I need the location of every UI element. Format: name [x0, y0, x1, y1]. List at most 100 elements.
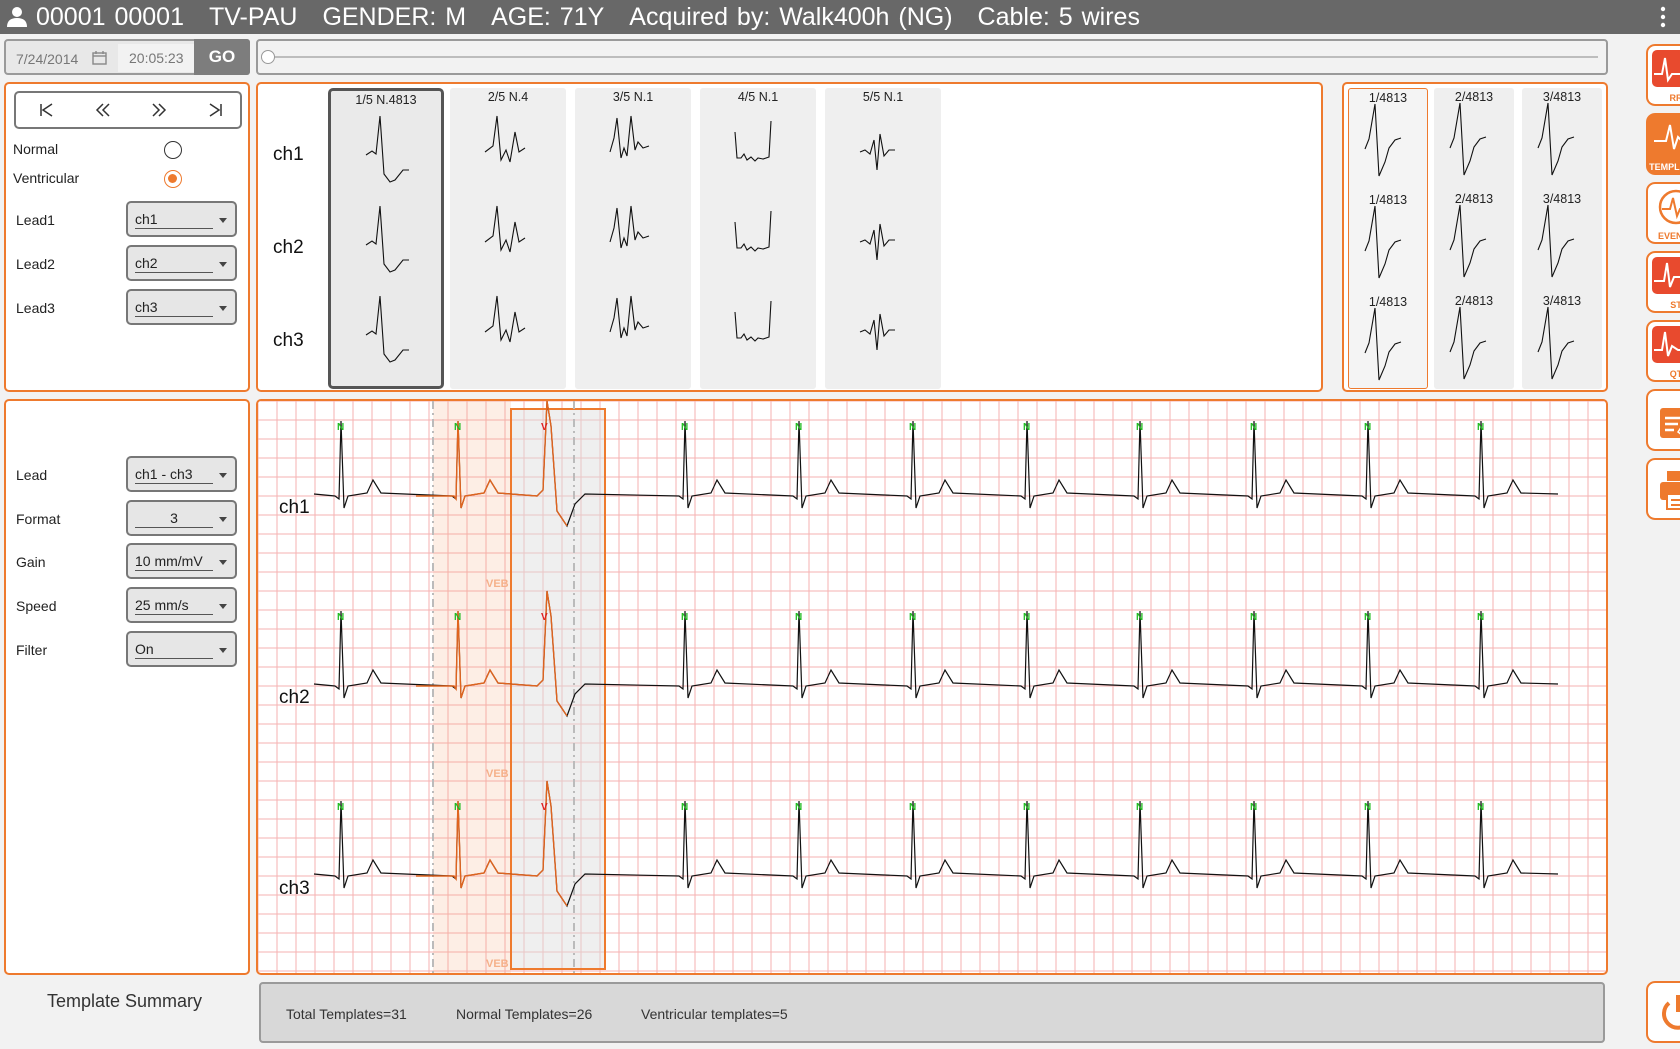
next-icon[interactable] — [150, 101, 168, 124]
format-select[interactable]: 3 — [126, 500, 237, 536]
template-waveforms — [365, 115, 409, 363]
beat-marker[interactable]: N — [1136, 612, 1143, 623]
beat-marker[interactable]: N — [1023, 802, 1030, 813]
veb-annotation: VEB — [486, 768, 509, 780]
beat-waveforms — [1537, 102, 1575, 380]
time-slider[interactable] — [256, 39, 1608, 75]
template-waveform — [484, 205, 526, 253]
ecg-strip-panel: N N V N N N N N N N N N N V N N N N N N N N N N V N N N N N N N N ch1 ch… — [256, 399, 1608, 975]
chevron-down-icon — [219, 218, 227, 223]
rr-button[interactable]: RR — [1646, 44, 1680, 106]
template-column[interactable]: 1/5 N.4813 — [328, 88, 444, 389]
beat-column[interactable]: 3/4813 3/4813 3/4813 — [1522, 88, 1602, 389]
beat-marker[interactable]: N — [909, 802, 916, 813]
beat-marker[interactable]: N — [1023, 422, 1030, 433]
date-input[interactable]: 7/24/2014 — [16, 51, 78, 67]
beat-marker[interactable]: N — [681, 802, 688, 813]
ecg-strip[interactable]: N N V N N N N N N N N N N V N N N N N N N N N N V N N N N N N N N — [258, 401, 1606, 973]
beat-marker[interactable]: N — [795, 422, 802, 433]
beats-panel: 1/4813 1/4813 1/4813 2/4813 2/4813 2/4813 3/48… — [1342, 82, 1608, 392]
beat-marker[interactable]: N — [1250, 612, 1257, 623]
beat-marker[interactable]: V — [541, 802, 548, 813]
template-summary-title: Template Summary — [47, 991, 203, 1011]
beat-waveform — [1537, 204, 1575, 278]
print-button[interactable] — [1646, 458, 1680, 520]
chevron-down-icon — [219, 473, 227, 478]
speed-label: Speed — [16, 598, 57, 614]
go-button[interactable]: GO — [194, 39, 250, 75]
lead2-select[interactable]: ch2 — [126, 245, 237, 281]
beat-column[interactable]: 1/4813 1/4813 1/4813 — [1348, 88, 1428, 389]
lead-select[interactable]: ch1 - ch3 — [126, 456, 237, 492]
last-icon[interactable] — [206, 101, 224, 124]
beat-waveform — [1537, 306, 1575, 380]
template-column[interactable]: 2/5 N.4 — [450, 88, 566, 389]
template-waveform — [859, 133, 895, 171]
beat-marker[interactable]: N — [1023, 612, 1030, 623]
calendar-icon[interactable] — [92, 50, 107, 70]
template-channel-label: ch2 — [273, 237, 304, 258]
template-column[interactable]: 4/5 N.1 — [700, 88, 816, 389]
patient-id: 00001 00001 — [36, 2, 184, 31]
selected-beat-box[interactable] — [510, 408, 606, 970]
template-waveform — [859, 223, 895, 261]
events-button[interactable]: EVENTS — [1646, 182, 1680, 244]
beat-marker[interactable]: N — [1477, 612, 1484, 623]
beat-marker[interactable]: N — [337, 422, 344, 433]
first-icon[interactable] — [38, 101, 56, 124]
chevron-down-icon — [219, 604, 227, 609]
beat-marker[interactable]: N — [454, 612, 461, 623]
beat-marker[interactable]: N — [1364, 802, 1371, 813]
unit-label: TV-PAU — [208, 2, 298, 31]
lead-label: Lead — [16, 467, 48, 483]
cable-label: Cable: 5 wires — [977, 2, 1140, 31]
beat-marker[interactable]: V — [541, 422, 548, 433]
beat-marker[interactable]: N — [681, 612, 688, 623]
gain-select[interactable]: 10 mm/mV — [126, 543, 237, 579]
beat-marker[interactable]: N — [681, 422, 688, 433]
chevron-down-icon — [219, 262, 227, 267]
lead3-select[interactable]: ch3 — [126, 289, 237, 325]
beat-marker[interactable]: N — [909, 612, 916, 623]
menu-icon[interactable] — [1656, 5, 1670, 29]
power-button[interactable] — [1646, 981, 1680, 1043]
beat-marker[interactable]: N — [1477, 802, 1484, 813]
beat-marker[interactable]: V — [541, 612, 548, 623]
slider-thumb[interactable] — [261, 50, 275, 64]
beat-marker[interactable]: N — [909, 422, 916, 433]
prev-icon[interactable] — [94, 101, 112, 124]
beat-marker[interactable]: N — [795, 612, 802, 623]
edit-icon — [1658, 402, 1680, 445]
beat-marker[interactable]: N — [1136, 422, 1143, 433]
beat-marker[interactable]: N — [454, 802, 461, 813]
beat-marker[interactable]: N — [337, 802, 344, 813]
ventricular-radio[interactable] — [164, 170, 182, 188]
beat-marker[interactable]: N — [795, 802, 802, 813]
beat-marker[interactable]: N — [1364, 422, 1371, 433]
qt-button[interactable]: QT — [1646, 320, 1680, 382]
template-channel-label: ch3 — [273, 330, 304, 351]
template-waveform — [365, 205, 409, 273]
beat-marker[interactable]: N — [1250, 802, 1257, 813]
beat-marker[interactable]: N — [1364, 612, 1371, 623]
beat-marker[interactable]: N — [1250, 422, 1257, 433]
edit-button[interactable] — [1646, 389, 1680, 451]
beat-waveform — [1449, 306, 1487, 380]
normal-radio[interactable] — [164, 141, 182, 159]
st-button[interactable]: ST — [1646, 251, 1680, 313]
time-input[interactable]: 20:05:23 — [118, 44, 194, 72]
beat-marker[interactable]: N — [337, 612, 344, 623]
speed-select[interactable]: 25 mm/s — [126, 587, 237, 623]
beat-marker[interactable]: N — [454, 422, 461, 433]
beat-column[interactable]: 2/4813 2/4813 2/4813 — [1434, 88, 1514, 389]
template-waveform — [365, 115, 409, 183]
power-icon — [1658, 992, 1680, 1039]
template-column[interactable]: 3/5 N.1 — [575, 88, 691, 389]
beat-waveform — [1364, 307, 1402, 381]
filter-select[interactable]: On — [126, 631, 237, 667]
beat-marker[interactable]: N — [1477, 422, 1484, 433]
beat-marker[interactable]: N — [1136, 802, 1143, 813]
templates-button[interactable]: TEMPLATES — [1646, 113, 1680, 175]
lead1-select[interactable]: ch1 — [126, 201, 237, 237]
template-column[interactable]: 5/5 N.1 — [825, 88, 941, 389]
